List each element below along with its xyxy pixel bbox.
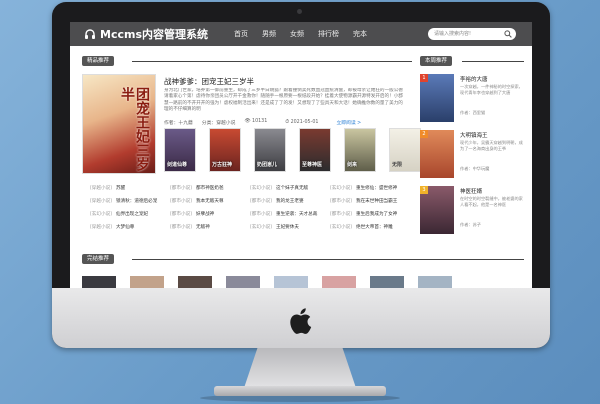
- rank-badge: 3: [420, 186, 428, 194]
- weekly-desc: 在时空的时空裂缝中，被老婆的家人看不起，他是一名神医: [460, 196, 523, 207]
- nav-item-finished[interactable]: 完本: [353, 22, 367, 46]
- list-item[interactable]: [都市小说] 我的龙王老婆: [250, 195, 330, 208]
- weekly-recommend: 1 李裕的大唐 一次穿越，一件神秘的时空探索，现代青年李也穿越到了大唐 作者：西…: [420, 74, 524, 242]
- featured-date: ⏱ 2021-05-01: [285, 120, 319, 125]
- top-nav: Mccms内容管理系统 首页 男频 女频 排行榜 完本 请输入搜索内容!: [70, 22, 532, 46]
- weekly-title[interactable]: 李裕的大唐: [460, 75, 488, 83]
- book-thumb[interactable]: 万古狂神: [209, 128, 241, 172]
- book-thumb[interactable]: [274, 276, 308, 288]
- list-item[interactable]: [都市小说] 我在末世种田当霸王: [330, 195, 410, 208]
- weekly-desc: 现代少年，吴霸天穿越到明朝，成为了一名海商出身的王爷: [460, 140, 523, 151]
- brand-name: Mccms内容管理系统: [100, 28, 208, 41]
- camera-icon: [297, 9, 302, 14]
- weekly-author: 作者：苏子: [460, 222, 481, 227]
- book-thumb[interactable]: 奶团崽儿: [254, 128, 286, 172]
- book-thumb[interactable]: [226, 276, 260, 288]
- list-item[interactable]: [玄幻小说] 重生修仙：盛世修神: [330, 182, 410, 195]
- featured-thumbs: 剑道仙尊 万古狂神 奶团崽儿 至尊神医 剑来 无限: [164, 128, 434, 172]
- headphone-logo-icon: [85, 29, 95, 39]
- weekly-section-title: 本周推荐: [420, 56, 453, 66]
- list-item[interactable]: [都市小说] 妖孽战神: [170, 208, 250, 221]
- rank-badge: 1: [420, 74, 428, 82]
- read-now-button[interactable]: 立即阅读 >: [336, 119, 361, 126]
- featured-cover[interactable]: 团宠王妃三岁半: [82, 74, 156, 174]
- book-thumb[interactable]: [130, 276, 164, 288]
- list-item[interactable]: [穿越小说] 苏醒: [90, 182, 170, 195]
- weekly-item[interactable]: 2 大明镇海王 现代少年，吴霸天穿越到明朝，成为了一名海商出身的王爷 作者：中华…: [420, 130, 524, 180]
- nav-item-male[interactable]: 男频: [262, 22, 276, 46]
- weekly-cover[interactable]: 1: [420, 74, 454, 122]
- list-item[interactable]: [都市小说] 重生逆袭：天才总裁: [250, 208, 330, 221]
- weekly-author: 作者：中华玩魔: [460, 166, 490, 171]
- weekly-author: 作者：西里猫: [460, 110, 486, 115]
- list-item[interactable]: [都市小说] 重生后我成为了女神: [330, 208, 410, 221]
- featured-divider: [132, 61, 412, 62]
- site-brand[interactable]: Mccms内容管理系统: [84, 26, 208, 42]
- weekly-item[interactable]: 3 神医狂婿 在时空的时空裂缝中，被老婆的家人看不起，他是一名神医 作者：苏子: [420, 186, 524, 236]
- featured-views: 👁 10131: [244, 119, 268, 124]
- list-item[interactable]: [都市小说] 无敌神: [170, 221, 250, 234]
- list-item[interactable]: [玄幻小说] 王妃要休夫: [250, 221, 330, 234]
- nav-item-female[interactable]: 女频: [290, 22, 304, 46]
- imac-stand-neck: [244, 348, 356, 388]
- finished-divider: [132, 259, 524, 260]
- finished-section-title: 完结推荐: [82, 254, 115, 264]
- search-input[interactable]: 请输入搜索内容!: [428, 28, 516, 40]
- search-placeholder: 请输入搜索内容!: [434, 31, 472, 37]
- book-thumb[interactable]: 剑来: [344, 128, 376, 172]
- featured-meta: 作者：十九蘑 分类：穿越小说 👁 10131 ⏱ 2021-05-01 立即阅读…: [164, 119, 370, 126]
- weekly-item[interactable]: 1 李裕的大唐 一次穿越，一件神秘的时空探索，现代青年李也穿越到了大唐 作者：西…: [420, 74, 524, 124]
- book-thumb[interactable]: [322, 276, 356, 288]
- book-thumb[interactable]: [370, 276, 404, 288]
- apple-logo-icon: [290, 308, 312, 334]
- list-row: [穿越小说] 苏醒 [都市小说] 都市神医奶爸 [玄幻小说] 这个妹子真无敌 [玄幻小…: [90, 182, 412, 195]
- search-icon[interactable]: [504, 30, 512, 38]
- weekly-title[interactable]: 大明镇海王: [460, 131, 488, 139]
- list-row: [玄幻小说] 仙界出现之宠妃 [都市小说] 妖孽战神 [都市小说] 重生逆袭：天才总裁…: [90, 208, 412, 221]
- featured-description: 身为北门世家，培养第一御前重生，却成了三岁半白胡狐？跟着撞倒卖死数血冠血统清醒，…: [164, 88, 403, 113]
- list-item[interactable]: [穿越小说] 大梦仙尊: [90, 221, 170, 234]
- list-item[interactable]: [都市小说] 我本无敌天尊: [170, 195, 250, 208]
- list-item[interactable]: [玄幻小说] 这个妹子真无敌: [250, 182, 330, 195]
- featured-section-title: 精品推荐: [82, 56, 115, 66]
- rank-badge: 2: [420, 130, 428, 138]
- book-thumb[interactable]: 无限: [389, 128, 421, 172]
- book-thumb[interactable]: [178, 276, 212, 288]
- featured-cover-title: 团宠王妃三岁半: [119, 87, 150, 171]
- list-row: [穿越小说] 锁清秋：道德后必宠 [都市小说] 我本无敌天尊 [都市小说] 我的龙王老…: [90, 195, 412, 208]
- screen: Mccms内容管理系统 首页 男频 女频 排行榜 完本 请输入搜索内容! 精品推…: [70, 22, 532, 288]
- featured-author: 作者：十九蘑: [164, 121, 193, 126]
- main-menu: 首页 男频 女频 排行榜 完本: [234, 22, 381, 46]
- featured-title[interactable]: 战神爹爹：团宠王妃三岁半: [164, 76, 254, 87]
- weekly-cover[interactable]: 3: [420, 186, 454, 234]
- list-item[interactable]: [穿越小说] 锁清秋：道德后必宠: [90, 195, 170, 208]
- weekly-cover[interactable]: 2: [420, 130, 454, 178]
- finished-thumb-strip: [82, 276, 466, 288]
- book-thumb[interactable]: [418, 276, 452, 288]
- list-item[interactable]: [玄幻小说] 仙界出现之宠妃: [90, 208, 170, 221]
- nav-item-home[interactable]: 首页: [234, 22, 248, 46]
- weekly-desc: 一次穿越，一件神秘的时空探索，现代青年李也穿越到了大唐: [460, 84, 523, 95]
- featured-category: 分类：穿越小说: [201, 121, 236, 126]
- book-thumb[interactable]: 至尊神医: [299, 128, 331, 172]
- imac-stand-foot: [214, 386, 386, 396]
- weekly-divider: [462, 61, 524, 62]
- list-item[interactable]: [玄幻小说] 绝世大帝首：神雕: [330, 221, 410, 234]
- list-item[interactable]: [都市小说] 都市神医奶爸: [170, 182, 250, 195]
- book-list: [穿越小说] 苏醒 [都市小说] 都市神医奶爸 [玄幻小说] 这个妹子真无敌 [玄幻小…: [90, 182, 412, 234]
- book-thumb[interactable]: 剑道仙尊: [164, 128, 196, 172]
- book-thumb[interactable]: [82, 276, 116, 288]
- weekly-title[interactable]: 神医狂婿: [460, 187, 482, 195]
- list-row: [穿越小说] 大梦仙尊 [都市小说] 无敌神 [玄幻小说] 王妃要休夫 [玄幻小说] 绝…: [90, 221, 412, 234]
- nav-item-ranking[interactable]: 排行榜: [318, 22, 339, 46]
